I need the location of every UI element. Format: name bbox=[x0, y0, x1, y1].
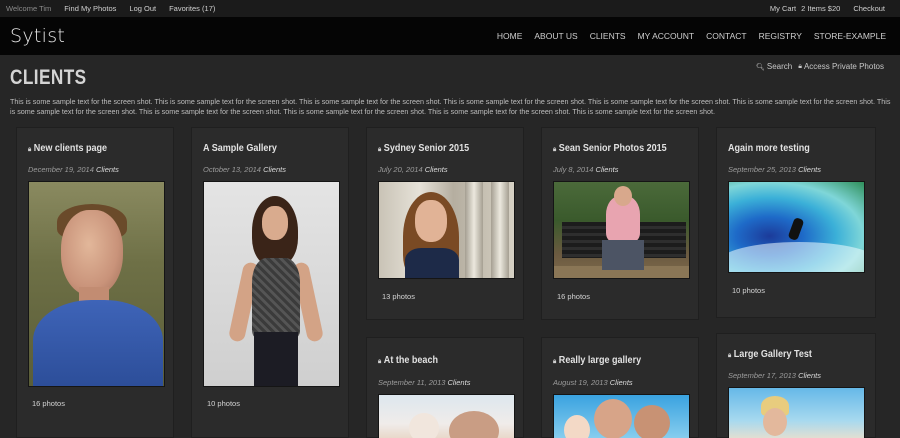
gallery-card[interactable]: 🔒︎ Sean Senior Photos 2015 July 8, 2014 C… bbox=[541, 127, 699, 320]
photo-count: 16 photos bbox=[557, 292, 590, 301]
top-bar: Welcome Tim Find My Photos Log Out Favor… bbox=[0, 0, 900, 17]
photo-count: 16 photos bbox=[32, 399, 65, 408]
gallery-thumbnail[interactable] bbox=[378, 181, 515, 279]
nav-registry[interactable]: REGISTRY bbox=[759, 31, 802, 41]
gallery-card[interactable]: 🔒︎ Large Gallery Test September 17, 2013 … bbox=[716, 333, 876, 438]
search-icon[interactable]: 🔍︎ bbox=[756, 63, 765, 71]
find-my-photos-link[interactable]: Find My Photos bbox=[64, 4, 116, 13]
gallery-thumbnail[interactable] bbox=[728, 387, 865, 438]
category-link[interactable]: Clients bbox=[425, 165, 448, 174]
nav-contact[interactable]: CONTACT bbox=[706, 31, 746, 41]
photo-count: 10 photos bbox=[207, 399, 240, 408]
checkout-link[interactable]: Checkout bbox=[853, 4, 885, 13]
lock-icon: 🔒︎ bbox=[378, 146, 382, 153]
site-header: Sytist HOME ABOUT US CLIENTS MY ACCOUNT … bbox=[0, 17, 900, 55]
main-nav: HOME ABOUT US CLIENTS MY ACCOUNT CONTACT… bbox=[485, 31, 886, 41]
nav-my-account[interactable]: MY ACCOUNT bbox=[638, 31, 695, 41]
photo-count: 13 photos bbox=[382, 292, 415, 301]
category-link[interactable]: Clients bbox=[610, 378, 633, 387]
category-link[interactable]: Clients bbox=[798, 371, 821, 380]
gallery-meta: September 11, 2013 Clients bbox=[378, 378, 471, 387]
gallery-title[interactable]: 🔒︎ New clients page bbox=[28, 142, 107, 154]
gallery-card[interactable]: Again more testing September 25, 2013 Cl… bbox=[716, 127, 876, 318]
gallery-title[interactable]: 🔒︎ At the beach bbox=[378, 354, 438, 366]
nav-clients[interactable]: CLIENTS bbox=[590, 31, 626, 41]
lock-icon: 🔒︎ bbox=[553, 358, 557, 365]
cart-items[interactable]: 2 Items $20 bbox=[801, 4, 840, 13]
intro-text: This is some sample text for the screen … bbox=[10, 97, 891, 116]
my-cart-link[interactable]: My Cart bbox=[770, 4, 796, 13]
gallery-thumbnail[interactable] bbox=[553, 181, 690, 279]
gallery-thumbnail[interactable] bbox=[728, 181, 865, 273]
gallery-card[interactable]: 🔒︎ Sydney Senior 2015 July 20, 2014 Clien… bbox=[366, 127, 524, 320]
logout-link[interactable]: Log Out bbox=[129, 4, 156, 13]
site-logo[interactable]: Sytist bbox=[10, 25, 65, 47]
gallery-meta: September 25, 2013 Clients bbox=[728, 165, 821, 174]
nav-store-example[interactable]: STORE-EXAMPLE bbox=[814, 31, 886, 41]
gallery-meta: July 20, 2014 Clients bbox=[378, 165, 448, 174]
category-link[interactable]: Clients bbox=[798, 165, 821, 174]
gallery-thumbnail[interactable] bbox=[203, 181, 340, 387]
welcome-text: Welcome Tim bbox=[6, 4, 52, 13]
favorites-link[interactable]: Favorites (17) bbox=[169, 4, 215, 13]
gallery-meta: December 19, 2014 Clients bbox=[28, 165, 119, 174]
gallery-card[interactable]: 🔒︎ New clients page December 19, 2014 Cli… bbox=[16, 127, 174, 438]
gallery-meta: August 19, 2013 Clients bbox=[553, 378, 633, 387]
category-link[interactable]: Clients bbox=[263, 165, 286, 174]
lock-icon: 🔒︎ bbox=[798, 62, 802, 70]
photo-count: 10 photos bbox=[732, 286, 765, 295]
search-link[interactable]: Search bbox=[767, 62, 792, 71]
gallery-thumbnail[interactable] bbox=[378, 394, 515, 438]
gallery-card[interactable]: 🔒︎ At the beach September 11, 2013 Client… bbox=[366, 337, 524, 438]
lock-icon: 🔒︎ bbox=[378, 358, 382, 365]
page-title: CLIENTS bbox=[10, 66, 87, 89]
category-link[interactable]: Clients bbox=[448, 378, 471, 387]
gallery-meta: July 8, 2014 Clients bbox=[553, 165, 619, 174]
gallery-meta: October 13, 2014 Clients bbox=[203, 165, 286, 174]
lock-icon: 🔒︎ bbox=[553, 146, 557, 153]
gallery-title[interactable]: 🔒︎ Sydney Senior 2015 bbox=[378, 142, 469, 154]
page-tools: 🔍︎ Search 🔒︎ Access Private Photos bbox=[756, 62, 884, 71]
gallery-meta: September 17, 2013 Clients bbox=[728, 371, 821, 380]
gallery-title[interactable]: 🔒︎ Sean Senior Photos 2015 bbox=[553, 142, 667, 154]
gallery-thumbnail[interactable] bbox=[28, 181, 165, 387]
lock-icon: 🔒︎ bbox=[728, 352, 732, 359]
category-link[interactable]: Clients bbox=[596, 165, 619, 174]
lock-icon: 🔒︎ bbox=[28, 146, 32, 153]
gallery-title[interactable]: A Sample Gallery bbox=[203, 142, 277, 154]
gallery-card[interactable]: A Sample Gallery October 13, 2014 Client… bbox=[191, 127, 349, 438]
nav-home[interactable]: HOME bbox=[497, 31, 523, 41]
gallery-title[interactable]: 🔒︎ Really large gallery bbox=[553, 354, 641, 366]
gallery-title[interactable]: Again more testing bbox=[728, 142, 810, 154]
access-private-photos-link[interactable]: Access Private Photos bbox=[804, 62, 884, 71]
gallery-card[interactable]: 🔒︎ Really large gallery August 19, 2013 C… bbox=[541, 337, 699, 438]
gallery-title[interactable]: 🔒︎ Large Gallery Test bbox=[728, 348, 812, 360]
category-link[interactable]: Clients bbox=[96, 165, 119, 174]
nav-about-us[interactable]: ABOUT US bbox=[534, 31, 577, 41]
gallery-thumbnail[interactable] bbox=[553, 394, 690, 438]
